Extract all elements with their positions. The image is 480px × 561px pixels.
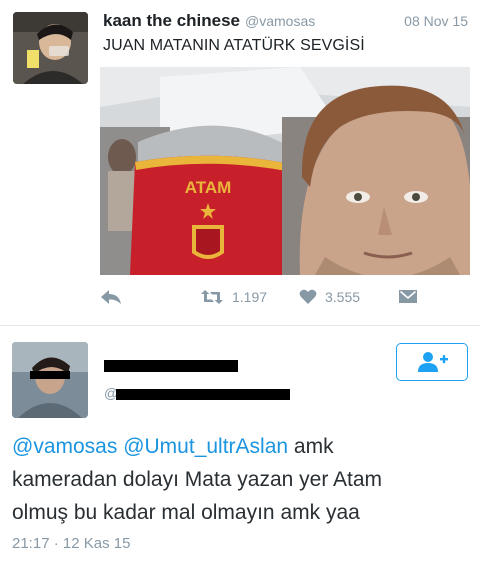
follow-button[interactable] — [396, 343, 468, 381]
tweet-text-segment: amk — [288, 435, 334, 458]
add-user-icon — [418, 352, 448, 372]
avatar[interactable] — [12, 342, 88, 418]
retweet-button[interactable]: 1.197 — [200, 289, 267, 305]
redacted-handle — [116, 389, 290, 400]
like-count: 3.555 — [325, 289, 361, 305]
envelope-icon — [399, 290, 417, 303]
direct-message-button[interactable] — [399, 289, 417, 304]
tweet-photo[interactable]: ATAM — [100, 67, 470, 275]
author-handle[interactable]: @vamosas — [245, 13, 315, 29]
avatar[interactable] — [13, 12, 88, 84]
redacted-name — [104, 360, 238, 372]
mention-link[interactable]: @vamosas — [12, 435, 117, 458]
tweet-timestamp[interactable]: 21:17 · 12 Kas 15 — [12, 535, 130, 552]
shirt-text: ATAM — [185, 178, 232, 197]
retweet-count: 1.197 — [232, 289, 268, 305]
reply-icon — [101, 290, 121, 304]
like-button[interactable]: 3.555 — [299, 289, 360, 305]
retweet-icon — [201, 290, 223, 304]
reply-button[interactable] — [100, 289, 122, 305]
tweet-text-segment: kameradan dolayı Mata yazan yer Atam — [12, 468, 383, 491]
tweet-text-segment: olmuş bu kadar mal olmayın amk yaa — [12, 501, 360, 524]
tweet-text: @vamosas @Umut_ultrAslan amk kameradan d… — [12, 430, 472, 529]
tweet-date[interactable]: 08 Nov 15 — [404, 13, 468, 29]
heart-icon — [299, 289, 317, 304]
original-tweet: kaan the chinese @vamosas 08 Nov 15 JUAN… — [0, 0, 480, 325]
reply-tweet: @ @vamosas @Umut_ultrAslan amk kameradan… — [0, 326, 480, 561]
mention-link[interactable]: @Umut_ultrAslan — [123, 435, 288, 458]
tweet-text: JUAN MATANIN ATATÜRK SEVGİSİ — [103, 37, 365, 54]
author-name[interactable]: kaan the chinese — [103, 11, 240, 31]
